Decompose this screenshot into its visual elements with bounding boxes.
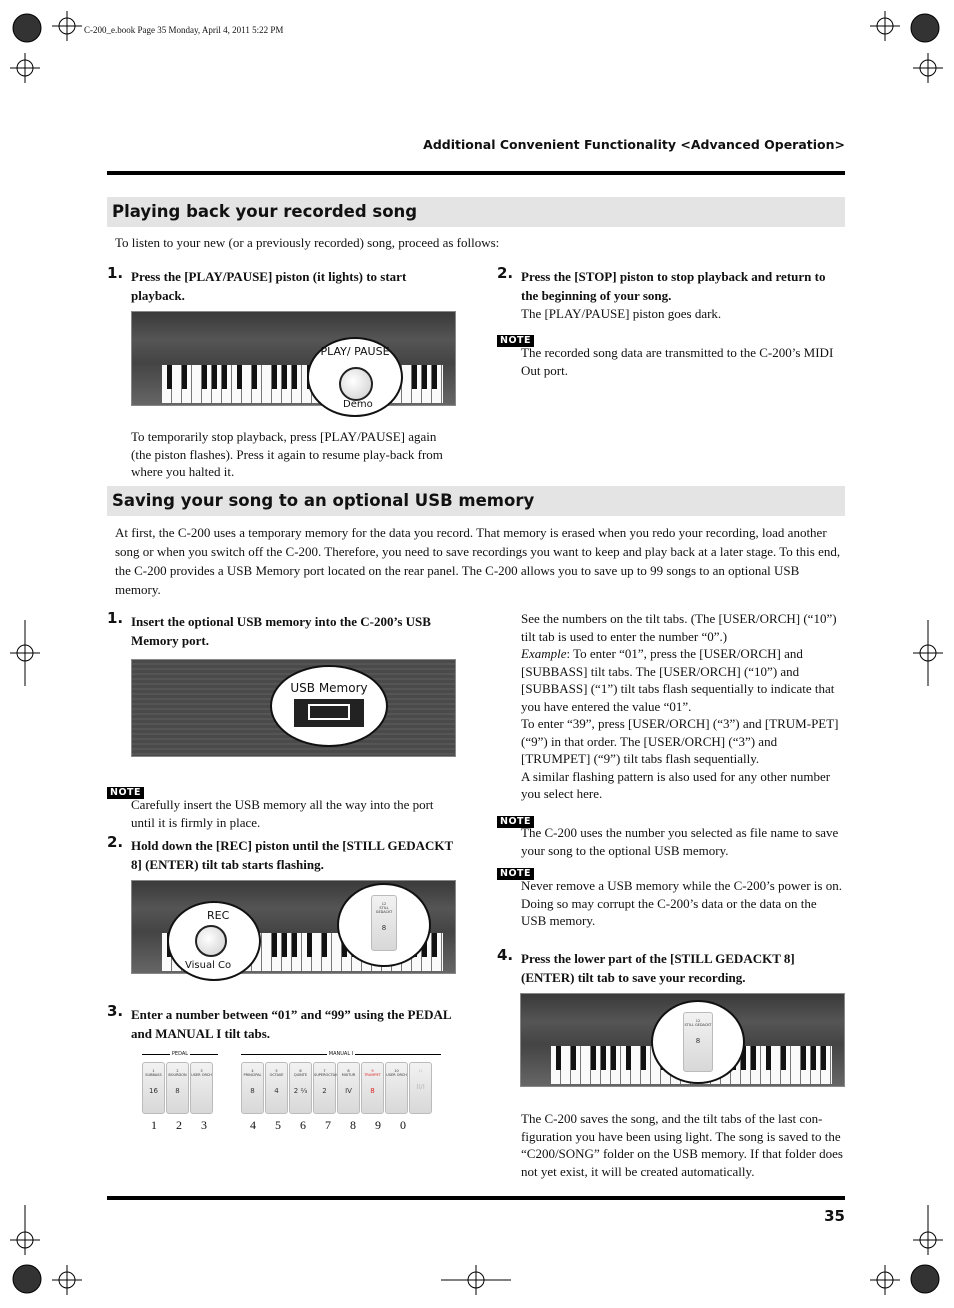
tab-digit: 9 [375,1118,381,1132]
intro-text: To listen to your new (or a previously r… [115,235,500,250]
intro-text: At first, the C-200 uses a temporary mem… [115,525,841,597]
page-number: 35 [824,1207,845,1225]
tab-digit: 4 [250,1118,256,1132]
tilt-tab: 9 TRUMPET 8 [361,1062,384,1114]
tilt-tab: 10 USER ORCH [385,1062,408,1114]
tilt-tab: 6 QUINTE 2 ⅔ [289,1062,312,1114]
note-text: Carefully insert the USB memory all the … [131,797,434,830]
running-header: Additional Convenient Functionality <Adv… [423,137,845,152]
still-gedackt-callout: 12 STILL GEDACKT 8 [337,883,431,967]
tilt-tab: 2 BOURDON 8 [166,1062,189,1114]
tab-digit: 0 [400,1118,406,1132]
still-gedackt-callout: 12 STILL GEDACKT 8 [651,1000,745,1084]
top-rule [107,171,845,175]
paragraph: A similar flashing pattern is also used … [521,768,831,802]
note-text: The recorded song data are transmitted t… [521,345,834,378]
tab-digit: 7 [325,1118,331,1132]
tilt-tab: 7 SUPEROCTAV 2 [313,1062,337,1114]
tilt-tab: 8 MIXTUR IV [337,1062,360,1114]
tilt-tab: 4 PRINCIPAL 8 [241,1062,264,1114]
right-column: See the numbers on the tilt tabs. (The [… [521,610,843,803]
step-2: 2. Press the [STOP] piston to stop playba… [497,264,826,303]
paragraph: Example: To enter “01”, press the [USER/… [521,646,835,714]
tab-digit: 8 [350,1118,356,1132]
note-text: Never remove a USB memory while the C-20… [521,878,842,928]
play-pause-callout: PLAY/ PAUSE Demo [307,337,403,417]
step-2-detail: The [PLAY/PAUSE] piston goes dark. [521,306,722,321]
bottom-rule [107,1196,845,1200]
usb-port-illustration: USB Memory [131,659,456,757]
tab-digit: 3 [201,1118,207,1132]
step-4: 4. Press the lower part of the [STILL GED… [497,946,795,985]
tab-digit [416,1118,440,1133]
step-4-detail: The C-200 saves the song, and the tilt t… [521,1111,843,1179]
print-info: C-200_e.book Page 35 Monday, April 4, 20… [84,25,284,35]
rec-callout: REC Visual Co [167,901,261,981]
tilt-tab: 1 SUBBASS 16 [142,1062,165,1114]
organ-illustration: 12 STILL GEDACKT 8 [520,993,845,1087]
step-3: 3. Enter a number between “01” and “99” u… [107,1002,451,1041]
organ-illustration: PLAY/ PAUSE Demo [131,311,456,417]
tilt-tab: 11 II/I [409,1062,432,1114]
manual-group: MANUAL I 4 PRINCIPAL 8 5 OCTAVE 4 6 QUINTE 2 ⅔ 7 SU… [241,1051,441,1133]
tab-digit: 1 [151,1118,157,1132]
pedal-group: PEDAL 1 SUBBASS 16 2 BOURDON 8 3 USER ORCH 1 2 3 [142,1051,218,1133]
tab-digit: 2 [176,1118,182,1132]
note-text: The C-200 uses the number you selected a… [521,825,839,858]
section-title: Playing back your recorded song [107,197,845,227]
tab-digit: 5 [275,1118,281,1132]
tilt-tab: 3 USER ORCH [190,1062,213,1114]
step-1: 1. Insert the optional USB memory into th… [107,609,431,648]
paragraph: To enter “39”, press [USER/ORCH] (“3”) a… [521,716,839,766]
tilt-tab: 5 OCTAVE 4 [265,1062,288,1114]
tab-digit: 6 [300,1118,306,1132]
section-title: Saving your song to an optional USB memo… [107,486,845,516]
organ-illustration: REC Visual Co 12 STILL GEDACKT 8 [131,880,456,981]
step-1-detail: To temporarily stop playback, press [PLA… [131,429,443,479]
step-2: 2. Hold down the [REC] piston until the [… [107,833,453,872]
step-1: 1. Press the [PLAY/PAUSE] piston (it ligh… [107,264,407,303]
usb-memory-callout: USB Memory [270,665,388,747]
paragraph: See the numbers on the tilt tabs. (The [… [521,611,837,644]
visual-control-label: Visual Co [185,960,232,971]
demo-label: Demo [343,399,373,410]
